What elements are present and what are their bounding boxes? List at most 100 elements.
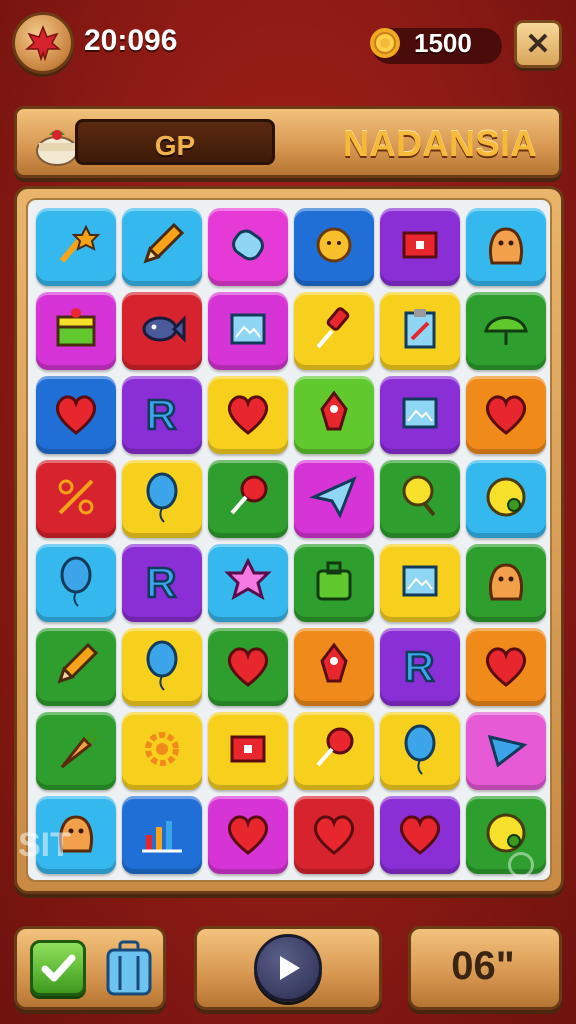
- board-tile[interactable]: [466, 376, 546, 454]
- board-tile[interactable]: R: [380, 628, 460, 706]
- level-code: GP: [154, 130, 196, 161]
- heart-icon: [220, 805, 276, 866]
- heart-icon: [220, 385, 276, 446]
- board-tile[interactable]: [294, 544, 374, 622]
- roll-icon: [220, 217, 276, 278]
- board-tile[interactable]: R: [122, 544, 202, 622]
- leaf-icon: [478, 301, 534, 362]
- board-tile[interactable]: [208, 460, 288, 538]
- moves-counter: 06": [451, 944, 515, 988]
- percent-icon: [48, 469, 104, 530]
- board-tile[interactable]: [36, 208, 116, 286]
- wand-icon: [48, 217, 104, 278]
- board-tile[interactable]: [294, 376, 374, 454]
- board-tile[interactable]: [122, 208, 202, 286]
- bag-icon: [306, 553, 362, 614]
- watermark: SIT: [18, 826, 71, 864]
- balloon-icon: [134, 469, 190, 530]
- board-tile[interactable]: [380, 376, 460, 454]
- sun-coin-icon: [366, 24, 404, 62]
- board-tile[interactable]: [466, 796, 546, 874]
- board-tile[interactable]: [466, 460, 546, 538]
- board-tile[interactable]: [36, 712, 116, 790]
- board-tile[interactable]: [208, 712, 288, 790]
- board-tile[interactable]: [380, 796, 460, 874]
- balloon-icon: [392, 721, 448, 782]
- heart-icon: [478, 637, 534, 698]
- board-tile[interactable]: [294, 628, 374, 706]
- paper-plane-icon: [306, 469, 362, 530]
- board-tile[interactable]: [36, 460, 116, 538]
- board-tile[interactable]: [36, 628, 116, 706]
- board-tile[interactable]: [380, 292, 460, 370]
- board-tile[interactable]: [36, 292, 116, 370]
- rocket-icon: [306, 385, 362, 446]
- game-board: R R R: [26, 198, 552, 882]
- cake-icon: [48, 301, 104, 362]
- svg-text:R: R: [404, 643, 434, 690]
- timer-text: 20:096: [84, 24, 178, 57]
- board-tile[interactable]: [380, 544, 460, 622]
- board-tile[interactable]: [122, 460, 202, 538]
- coin-count: 1500: [414, 28, 472, 58]
- board-tile[interactable]: [36, 376, 116, 454]
- lollipop-icon: [306, 721, 362, 782]
- paintbrush-icon: [306, 301, 362, 362]
- board-tile[interactable]: [208, 544, 288, 622]
- board-tile[interactable]: [208, 628, 288, 706]
- triangle-icon: [478, 721, 534, 782]
- fish-icon: [134, 301, 190, 362]
- picture-icon: [392, 553, 448, 614]
- picture-icon: [220, 301, 276, 362]
- carrot-icon: [48, 721, 104, 782]
- photo-icon: [220, 721, 276, 782]
- board-tile[interactable]: [294, 292, 374, 370]
- board-tile[interactable]: [208, 796, 288, 874]
- picture-icon: [392, 385, 448, 446]
- suitcase-icon: [106, 940, 152, 996]
- board-tile[interactable]: [122, 628, 202, 706]
- level-code-slot: GP: [75, 119, 275, 165]
- blob-icon: [478, 217, 534, 278]
- board-tile[interactable]: [208, 208, 288, 286]
- heart-icon: [478, 385, 534, 446]
- board-tile[interactable]: [122, 292, 202, 370]
- gear-icon: [134, 721, 190, 782]
- board-tile[interactable]: [294, 796, 374, 874]
- board-tile[interactable]: [294, 460, 374, 538]
- board-tile[interactable]: [208, 292, 288, 370]
- board-tile[interactable]: [208, 376, 288, 454]
- check-button[interactable]: [30, 940, 86, 996]
- star-blob-icon: [220, 553, 276, 614]
- rocket-icon: [306, 637, 362, 698]
- board-tile[interactable]: R: [122, 376, 202, 454]
- lollipop-icon: [220, 469, 276, 530]
- suitcase-button[interactable]: [104, 938, 154, 998]
- watermark-circle-icon: [508, 852, 534, 878]
- board-tile[interactable]: [466, 712, 546, 790]
- play-button[interactable]: [254, 934, 322, 1002]
- close-button[interactable]: ✕: [514, 20, 562, 68]
- board-tile[interactable]: [466, 292, 546, 370]
- level-title: NADANSIA: [343, 123, 538, 164]
- pencil-icon: [134, 217, 190, 278]
- board-tile[interactable]: [466, 544, 546, 622]
- board-tile[interactable]: [294, 208, 374, 286]
- board-tile[interactable]: [36, 544, 116, 622]
- board-tile[interactable]: [380, 712, 460, 790]
- board-tile[interactable]: [294, 712, 374, 790]
- board-tile[interactable]: [466, 628, 546, 706]
- heart-icon: [220, 637, 276, 698]
- letter-r-icon: R: [134, 553, 190, 614]
- letter-c-icon: [478, 469, 534, 530]
- board-tile[interactable]: [380, 208, 460, 286]
- board-tile[interactable]: [380, 460, 460, 538]
- top-bar: 20:096 1500 ✕: [0, 0, 576, 90]
- clipboard-icon: [392, 301, 448, 362]
- board-tile[interactable]: [122, 712, 202, 790]
- heart-icon: [306, 805, 362, 866]
- board-tile[interactable]: [466, 208, 546, 286]
- maple-leaf-badge-icon[interactable]: [12, 12, 74, 74]
- checkmark-icon: [41, 954, 76, 982]
- sun-face-icon: [306, 217, 362, 278]
